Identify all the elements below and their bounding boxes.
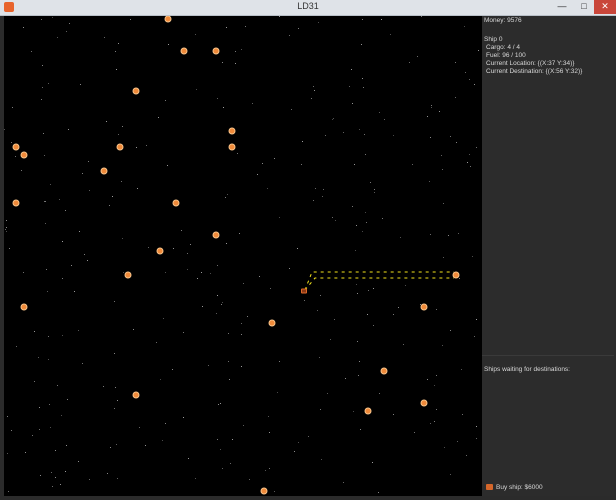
planet-icon[interactable] bbox=[20, 151, 28, 159]
planet-icon[interactable] bbox=[156, 247, 164, 255]
close-button[interactable]: ✕ bbox=[594, 0, 616, 14]
buy-ship-button[interactable]: Buy ship: $6000 bbox=[484, 483, 546, 493]
planet-icon[interactable] bbox=[380, 367, 388, 375]
ship-name[interactable]: Ship 0 bbox=[484, 36, 502, 43]
planet-icon[interactable] bbox=[180, 47, 188, 55]
minimize-button[interactable]: — bbox=[552, 0, 572, 14]
planet-icon[interactable] bbox=[116, 143, 124, 151]
money-label: Money: 9576 bbox=[484, 17, 522, 24]
planet-icon[interactable] bbox=[132, 87, 140, 95]
planet-icon[interactable] bbox=[172, 199, 180, 207]
planet-icon[interactable] bbox=[364, 407, 372, 415]
ship-icon bbox=[486, 484, 493, 491]
planet-icon[interactable] bbox=[452, 271, 460, 279]
buy-ship-label: Buy ship: $6000 bbox=[496, 484, 543, 491]
planet-icon[interactable] bbox=[420, 303, 428, 311]
planet-icon[interactable] bbox=[420, 399, 428, 407]
waiting-ships-label: Ships waiting for destinations: bbox=[484, 366, 570, 373]
planet-icon[interactable] bbox=[212, 47, 220, 55]
route-line-return bbox=[304, 277, 454, 291]
planet-icon[interactable] bbox=[228, 143, 236, 151]
planet-icon[interactable] bbox=[260, 487, 268, 495]
ship-route bbox=[304, 271, 454, 291]
ship-icon[interactable] bbox=[301, 288, 307, 294]
ship-fuel: Fuel: 96 / 100 bbox=[486, 52, 526, 59]
planet-icon[interactable] bbox=[124, 271, 132, 279]
planet-icon[interactable] bbox=[12, 143, 20, 151]
planet-icon[interactable] bbox=[212, 231, 220, 239]
window-title: LD31 bbox=[297, 1, 319, 11]
planet-icon[interactable] bbox=[228, 127, 236, 135]
window-titlebar[interactable]: LD31 — □ ✕ bbox=[0, 0, 616, 16]
planet-icon[interactable] bbox=[268, 319, 276, 327]
planet-icon[interactable] bbox=[100, 167, 108, 175]
space-map[interactable] bbox=[4, 16, 482, 496]
side-panel: Money: 9576 Ship 0 Cargo: 4 / 4 Fuel: 96… bbox=[482, 16, 614, 496]
planet-icon[interactable] bbox=[12, 199, 20, 207]
planet-icon[interactable] bbox=[132, 391, 140, 399]
planet-icon[interactable] bbox=[20, 303, 28, 311]
ship-location: Current Location: {(X:37 Y:34)} bbox=[486, 60, 575, 67]
ship-destination: Current Destination: {(X:56 Y:32)} bbox=[486, 68, 583, 75]
panel-divider bbox=[482, 355, 614, 356]
maximize-button[interactable]: □ bbox=[574, 0, 594, 14]
route-line-outbound bbox=[304, 271, 454, 291]
ship-cargo: Cargo: 4 / 4 bbox=[486, 44, 520, 51]
